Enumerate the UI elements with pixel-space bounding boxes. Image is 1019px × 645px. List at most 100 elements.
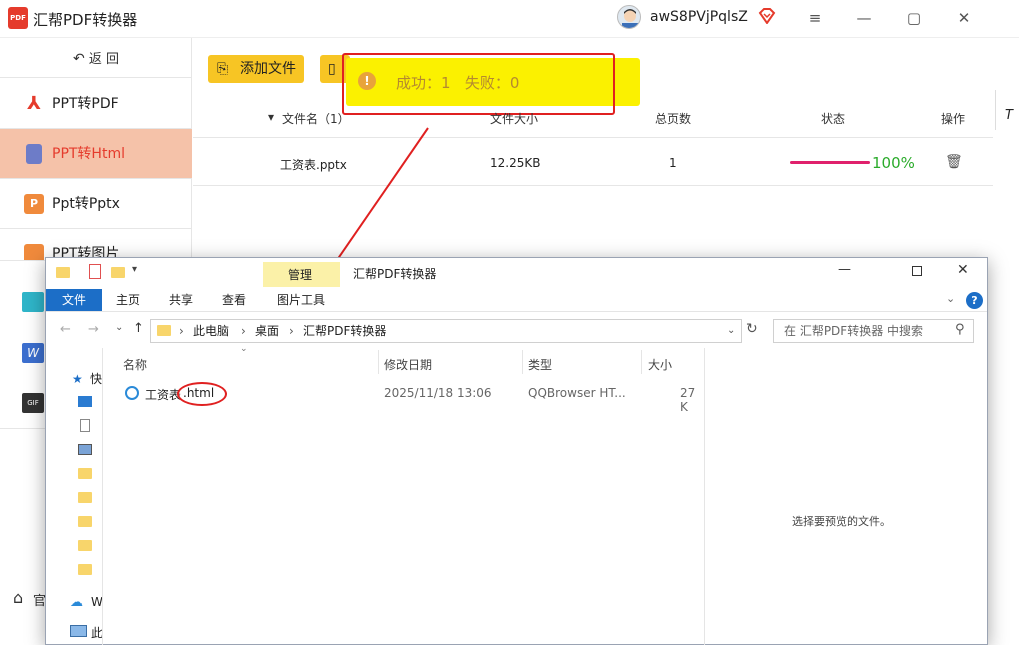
ribbon-tab-home[interactable]: 主页 [116,289,140,311]
chevron-down-icon[interactable]: ▾ [132,264,137,275]
ribbon-tab-share[interactable]: 共享 [169,289,193,311]
sidebar-divider [0,428,45,429]
sidebar-item-ppt-to-pptx[interactable]: P Ppt转Pptx [0,179,192,229]
explorer-title: 汇帮PDF转换器 [353,267,437,281]
col-status: 状态 [821,112,846,126]
preview-text: 选择要预览的文件。 [792,515,891,528]
col-size[interactable]: 大小 [648,356,672,373]
clear-format-icon[interactable]: T [995,90,1019,130]
status-percent: 100% [872,154,915,172]
pane-divider [102,348,103,645]
cloud-icon: ☁ [70,595,83,610]
refresh-icon[interactable]: ↻ [746,321,758,337]
sort-chevron-icon: ⌄ [240,344,248,354]
path-sep-icon: › [179,324,184,338]
help-icon[interactable]: ? [966,292,983,309]
star-icon: ★ [72,372,83,386]
folder-icon[interactable] [78,540,92,551]
folder-icon[interactable] [78,564,92,575]
html-icon [26,144,42,164]
sidebar-item-label: PPT转Html [52,146,125,162]
col-divider [641,350,642,374]
folder-icon[interactable] [78,516,92,527]
ribbon-tab-file[interactable]: 文件 [62,289,86,311]
delete-icon[interactable]: 🗑 [945,154,963,170]
maximize-button[interactable]: ▢ [901,6,927,30]
address-dropdown-icon[interactable]: ⌄ [727,320,735,342]
gif-icon[interactable]: GIF [22,393,44,413]
ribbon-tab-picture-tools[interactable]: 图片工具 [277,289,325,311]
image-icon [24,244,44,260]
col-type[interactable]: 类型 [528,356,552,373]
sidebar-item-ppt-to-pdf[interactable]: ⅄ PPT转PDF [0,79,192,129]
back-button[interactable]: ↶ 返 回 [0,40,192,78]
computer-icon [70,625,87,637]
row-pages: 1 [669,156,677,170]
file-size: 27 K [680,386,696,414]
pdf-icon: ⅄ [27,93,41,114]
picture-icon[interactable] [78,444,92,455]
app-window: PDF 汇帮PDF转换器 awS8PVjPqlsZ ≡ — ▢ ✕ ↶ 返 回 … [0,0,1019,645]
explorer-minimize-button[interactable]: — [838,262,851,277]
ribbon-tab-view[interactable]: 查看 [222,289,246,311]
row-filesize: 12.25KB [490,156,541,170]
path-sep-icon: › [241,324,246,338]
search-icon[interactable]: ⚲ [955,322,965,337]
excel-icon[interactable] [22,292,44,312]
file-name-base: 工资表 [145,388,182,402]
explorer-maximize-button[interactable] [912,266,922,276]
navigation-pane: ★ 快 ☁ W 此 [58,370,103,645]
file-type: QQBrowser HT... [528,386,626,400]
forward-arrow-icon[interactable]: → [88,322,99,337]
add-file-button[interactable]: ⎘ 添加文件 [208,55,304,83]
sidebar-item-label: Ppt转Pptx [52,196,120,212]
preview-divider [704,348,705,645]
pptx-icon: P [24,194,44,214]
file-explorer-window [45,257,988,645]
address-bar[interactable]: › 此电脑 › 桌面 › 汇帮PDF转换器 ⌄ [150,319,742,343]
ribbon-expand-icon[interactable]: ⌄ [946,292,955,305]
sidebar-item-label: PPT转PDF [52,96,119,112]
word-icon[interactable]: W [22,343,44,363]
col-filesize: 文件大小 [490,112,539,126]
ribbon-divider [46,311,987,312]
properties-icon[interactable] [89,264,101,279]
search-input[interactable]: 在 汇帮PDF转换器 中搜索 [773,319,974,343]
explorer-close-button[interactable]: ✕ [957,262,969,278]
col-name[interactable]: 名称 [123,356,147,373]
app-logo: PDF [8,7,28,29]
close-button[interactable]: ✕ [951,6,977,30]
sidebar-item-ppt-to-html[interactable]: PPT转Html [0,129,192,179]
file-modified: 2025/11/18 13:06 [384,386,492,400]
vip-diamond-icon[interactable] [758,8,776,24]
add-file-icon: ⎘ [217,61,229,77]
folder-icon: ▯ [328,61,336,77]
minimize-button[interactable]: — [851,6,877,30]
document-icon[interactable] [80,419,90,432]
path-segment[interactable]: 桌面 [255,320,279,342]
folder-icon [56,267,70,278]
home-icon[interactable]: ⌂ [13,588,23,607]
folder-icon[interactable] [78,468,92,479]
path-segment[interactable]: 汇帮PDF转换器 [303,320,386,342]
path-segment[interactable]: 此电脑 [193,320,229,342]
qqbrowser-icon [125,386,139,400]
annotation-ellipse [177,382,227,406]
path-sep-icon: › [289,324,294,338]
col-modified[interactable]: 修改日期 [384,356,432,373]
up-arrow-icon[interactable]: ↑ [133,321,144,336]
new-folder-icon[interactable] [111,267,125,278]
folder-icon [157,325,171,336]
menu-icon[interactable]: ≡ [802,6,828,30]
back-arrow-icon[interactable]: ← [60,322,71,337]
back-label: 返 回 [88,52,119,67]
quick-access-label[interactable]: 快 [90,370,102,387]
col-pages: 总页数 [655,112,692,126]
user-avatar[interactable] [617,5,641,29]
folder-icon[interactable] [78,492,92,503]
recent-locations-icon[interactable]: ⌄ [115,322,123,333]
manage-tab[interactable]: 管理 [288,266,312,283]
desktop-icon[interactable] [78,396,92,407]
username[interactable]: awS8PVjPqlsZ [650,9,748,25]
col-action: 操作 [941,112,966,126]
